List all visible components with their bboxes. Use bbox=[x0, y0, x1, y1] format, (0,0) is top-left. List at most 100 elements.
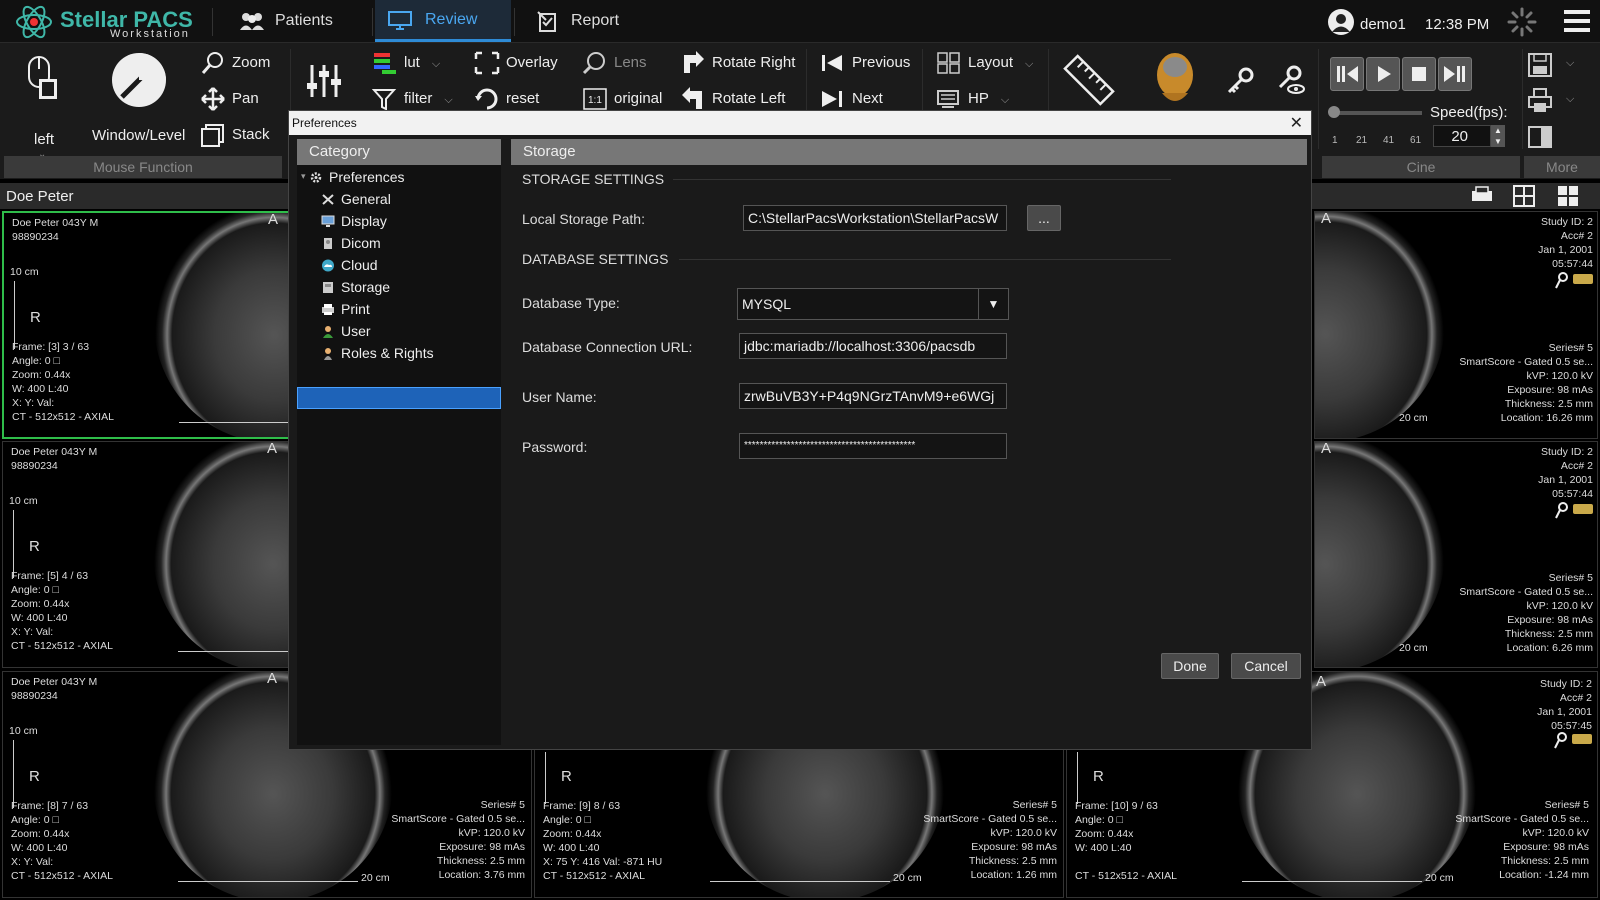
previous-label: Previous bbox=[852, 53, 911, 71]
more-group: More bbox=[1524, 156, 1600, 178]
window-level-button[interactable]: Window/Level bbox=[88, 49, 188, 149]
original-size-button[interactable]: 1:1 original bbox=[582, 87, 662, 111]
modality-overlay: CT - 512x512 - AXIAL bbox=[11, 640, 113, 652]
category-roles-rights[interactable]: Roles & Rights bbox=[321, 345, 434, 361]
key-image-icon[interactable] bbox=[1555, 502, 1595, 520]
tab-patients[interactable]: Patients bbox=[225, 0, 365, 42]
tile-layout-icon[interactable] bbox=[1556, 185, 1580, 207]
image-viewer-6[interactable]: A Study ID: 2 Acc# 2 Jan 1, 2001 05:57:4… bbox=[1314, 211, 1598, 439]
series-description: SmartScore - Gated 0.5 se... bbox=[1459, 586, 1593, 598]
horizontal-ruler bbox=[710, 872, 890, 882]
next-label: Next bbox=[852, 89, 883, 107]
key-image-icon[interactable] bbox=[1554, 732, 1594, 750]
pan-button[interactable]: Pan bbox=[200, 87, 259, 111]
tab-report-label: Report bbox=[571, 12, 620, 29]
layout-label: Layout bbox=[968, 53, 1014, 71]
database-type-label: Database Type: bbox=[522, 295, 620, 311]
password-field[interactable]: ****************************************… bbox=[739, 433, 1007, 459]
next-button[interactable]: Next bbox=[820, 87, 883, 111]
database-type-select[interactable]: MYSQL ▼ bbox=[737, 288, 1009, 320]
tree-collapse-icon[interactable]: ▾ bbox=[301, 171, 306, 182]
user-name: demo1 bbox=[1360, 16, 1406, 33]
speed-slider[interactable] bbox=[1328, 106, 1422, 118]
tab-report[interactable]: Report bbox=[523, 0, 653, 42]
hamburger-menu-button[interactable] bbox=[1563, 8, 1591, 34]
category-preferences[interactable]: Preferences bbox=[309, 169, 404, 185]
grid-layout-icon[interactable] bbox=[1512, 185, 1536, 207]
category-dicom[interactable]: Dicom bbox=[321, 235, 381, 251]
overlay-button[interactable]: Overlay bbox=[474, 51, 558, 75]
3d-head-icon[interactable] bbox=[1150, 49, 1200, 109]
lens-button[interactable]: Lens bbox=[582, 51, 647, 75]
speed-value: 20 bbox=[1451, 128, 1468, 145]
adjust-sliders-icon[interactable] bbox=[304, 61, 344, 101]
rotate-right-button[interactable]: Rotate Right bbox=[680, 51, 795, 75]
series-description: SmartScore - Gated 0.5 se... bbox=[1459, 356, 1593, 368]
report-icon bbox=[537, 11, 556, 32]
thickness-overlay: Thickness: 2.5 mm bbox=[1504, 628, 1593, 640]
key-image-icon[interactable] bbox=[1555, 272, 1595, 290]
rotate-right-label: Rotate Right bbox=[712, 53, 796, 71]
category-general[interactable]: General bbox=[321, 191, 391, 207]
user-name-field[interactable]: zrwBuVB3Y+P4q9NGrzTAnvM9+e6WGj bbox=[739, 383, 1007, 409]
category-display[interactable]: Display bbox=[321, 213, 387, 229]
location-overlay: Location: 16.26 mm bbox=[1500, 412, 1593, 424]
image-viewer-1[interactable]: Doe Peter 043Y M 98890234 10 cm A R Fram… bbox=[2, 211, 290, 439]
user-avatar[interactable] bbox=[1328, 9, 1354, 35]
overlay-icon bbox=[474, 51, 500, 75]
category-print[interactable]: Print bbox=[321, 301, 370, 317]
category-cloud[interactable]: Cloud bbox=[321, 257, 378, 273]
mouse-left-button[interactable]: left ⌄ bbox=[18, 53, 70, 160]
key-view-icon[interactable] bbox=[1274, 63, 1306, 95]
display-icon bbox=[321, 215, 335, 227]
slider-thumb[interactable] bbox=[1328, 106, 1340, 118]
stack-icon bbox=[201, 124, 224, 147]
category-label: Print bbox=[341, 301, 370, 317]
chevron-down-icon: ⌵ bbox=[431, 57, 441, 70]
print-viewer-icon[interactable] bbox=[1470, 185, 1496, 207]
hscale-label: 20 cm bbox=[1399, 412, 1428, 424]
lut-dropdown[interactable]: lut ⌵ bbox=[372, 51, 440, 75]
speed-stepper[interactable]: ▲ ▼ bbox=[1491, 125, 1505, 147]
cine-play-button[interactable] bbox=[1366, 57, 1400, 91]
key-icon[interactable] bbox=[1226, 65, 1256, 95]
stack-button[interactable]: Stack bbox=[200, 123, 270, 147]
tab-review[interactable]: Review bbox=[375, 0, 511, 42]
cine-previous-frame-button[interactable] bbox=[1330, 57, 1364, 91]
pixel-value-overlay: X: Y: Val: bbox=[11, 856, 54, 868]
print-icon[interactable] bbox=[1526, 87, 1554, 115]
image-viewer-7[interactable]: A Study ID: 2 Acc# 2 Jan 1, 2001 05:57:4… bbox=[1314, 441, 1598, 668]
database-url-field[interactable]: jdbc:mariadb://localhost:3306/pacsdb bbox=[739, 333, 1007, 359]
layout-grid-icon bbox=[937, 52, 960, 74]
vertical-ruler bbox=[14, 281, 24, 349]
password-label: Password: bbox=[522, 439, 588, 455]
filter-dropdown[interactable]: filter ⌵ bbox=[372, 87, 453, 111]
layout-dropdown[interactable]: Layout ⌵ bbox=[936, 51, 1033, 75]
cine-next-frame-button[interactable] bbox=[1438, 57, 1472, 91]
panel-toggle-icon[interactable] bbox=[1527, 125, 1553, 149]
image-viewer-2[interactable]: Doe Peter 043Y M 98890234 10 cm A R Fram… bbox=[2, 441, 290, 668]
chevron-down-icon[interactable]: ⌵ bbox=[1566, 93, 1574, 106]
modality-overlay: CT - 512x512 - AXIAL bbox=[12, 411, 114, 423]
speed-input[interactable]: 20 bbox=[1433, 125, 1491, 147]
hp-dropdown[interactable]: HP ⌵ bbox=[936, 87, 1009, 111]
browse-button[interactable]: ... bbox=[1027, 205, 1061, 231]
category-user[interactable]: User bbox=[321, 323, 371, 339]
chevron-down-icon[interactable]: ⌵ bbox=[1566, 57, 1574, 70]
loading-spinner-icon bbox=[1507, 7, 1537, 37]
close-icon[interactable]: ✕ bbox=[1290, 113, 1303, 133]
ruler-measure-icon[interactable] bbox=[1060, 51, 1118, 109]
done-button[interactable]: Done bbox=[1161, 653, 1219, 679]
local-storage-path-field[interactable]: C:\StellarPacsWorkstation\StellarPacsW bbox=[743, 205, 1007, 231]
reset-button[interactable]: reset bbox=[474, 87, 539, 111]
category-storage[interactable]: Storage bbox=[321, 279, 390, 295]
previous-button[interactable]: Previous bbox=[820, 51, 910, 75]
patient-id-overlay: 98890234 bbox=[12, 231, 59, 243]
save-icon[interactable] bbox=[1526, 51, 1554, 79]
cancel-button[interactable]: Cancel bbox=[1231, 653, 1301, 679]
rotate-left-button[interactable]: Rotate Left bbox=[680, 87, 785, 111]
orientation-r: R bbox=[30, 309, 41, 326]
pixel-value-overlay: X: Y: Val: bbox=[12, 397, 55, 409]
zoom-button[interactable]: Zoom bbox=[200, 51, 270, 75]
cine-stop-button[interactable] bbox=[1402, 57, 1436, 91]
